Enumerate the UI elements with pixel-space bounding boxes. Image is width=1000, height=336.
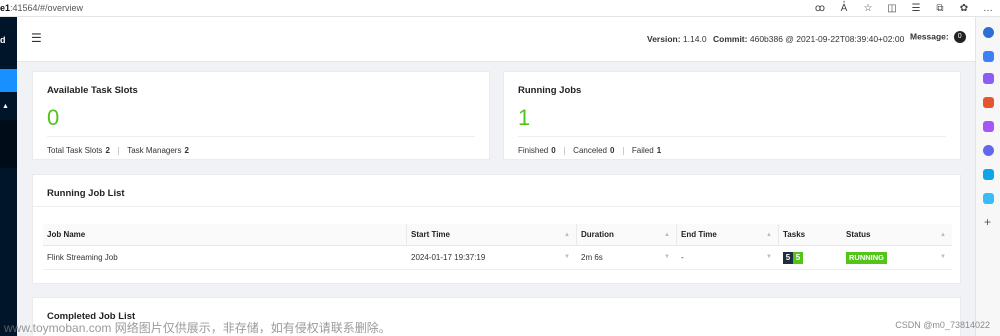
toolbox-icon[interactable] — [983, 97, 994, 108]
notification-icon[interactable] — [983, 27, 994, 38]
version-info: Version: 1.14.0 — [647, 34, 707, 44]
column-header-job-name[interactable]: Job Name — [43, 224, 407, 246]
drop-icon[interactable] — [983, 193, 994, 204]
column-header-tasks: Tasks — [783, 230, 806, 239]
people-icon[interactable] — [983, 121, 994, 132]
task-slots-stats: Total Task Slots 2 Task Managers 2 — [47, 146, 189, 155]
tasks-total-badge: 5 — [783, 251, 793, 264]
job-name-cell[interactable]: Flink Streaming Job — [43, 246, 118, 270]
running-jobs-stats: Finished 0 Canceled 0 Failed 1 — [518, 146, 662, 155]
add-icon[interactable]: + — [984, 215, 991, 229]
status-badge: RUNNING — [846, 251, 887, 264]
column-header-end-time[interactable]: End Time ▲ ▼ — [677, 224, 779, 260]
csdn-watermark: CSDN @m0_73814022 — [895, 320, 990, 330]
running-jobs-title: Running Jobs — [518, 85, 582, 96]
card-divider — [33, 206, 960, 207]
table-row[interactable]: Flink Streaming Job 2024-01-17 19:37:19 … — [43, 246, 952, 270]
sidebar-logo: d — [0, 35, 6, 45]
watermark-text: www.toymoban.com 网络图片仅供展示，非存储，如有侵权请联系删除。 — [4, 321, 391, 335]
chevron-up-icon[interactable]: ▲ — [2, 103, 9, 110]
more-menu-icon[interactable]: … — [976, 3, 1000, 14]
available-task-slots-value: 0 — [47, 105, 60, 130]
card-divider — [518, 136, 946, 137]
table-header: Job Name Start Time ▲ ▼ Duration ▲ ▼ End Tim… — [43, 224, 952, 260]
favorites-icon[interactable]: ☰ — [904, 3, 928, 14]
extensions-icon[interactable]: ✿ — [952, 3, 976, 14]
task-slots-card: Available Task Slots 0 Total Task Slots 2… — [32, 71, 490, 160]
browser-address-bar[interactable]: e1:41564/#/overview ꝏ A̓ ☆ ◫ ☰ ⧉ ✿ … — [0, 0, 1000, 17]
url-text[interactable]: e1:41564/#/overview — [0, 3, 83, 13]
start-time-cell: 2024-01-17 19:37:19 — [411, 253, 486, 262]
browser-sidebar: + — [975, 17, 1000, 336]
menu-fold-icon[interactable]: ☰ — [31, 31, 42, 45]
reader-mode-icon[interactable]: ꝏ — [808, 3, 832, 14]
app-header: ☰ Version: 1.14.0 Commit: 460b386 @ 2021… — [17, 17, 975, 62]
end-time-cell: - — [681, 253, 684, 262]
copilot-icon[interactable] — [983, 145, 994, 156]
tasks-cell: 55 — [779, 246, 803, 270]
running-job-list-title: Running Job List — [47, 188, 125, 199]
column-header-start-time[interactable]: Start Time ▲ ▼ — [407, 224, 577, 260]
shopping-tag-icon[interactable] — [983, 51, 994, 62]
read-aloud-icon[interactable]: A̓ — [832, 3, 856, 14]
card-divider — [47, 136, 475, 137]
split-screen-icon[interactable]: ◫ — [880, 3, 904, 14]
commit-info: Commit: 460b386 @ 2021-09-22T08:39:40+02… — [713, 34, 905, 44]
message-count-badge: 0 — [953, 31, 966, 43]
column-header-status[interactable]: Status ▲ ▼ — [842, 224, 952, 260]
favorite-star-icon[interactable]: ☆ — [856, 3, 880, 14]
duration-cell: 2m 6s — [581, 253, 603, 262]
running-jobs-value: 1 — [518, 105, 531, 130]
task-slots-title: Available Task Slots — [47, 85, 138, 96]
tasks-running-badge: 5 — [793, 251, 803, 264]
browser-toolbar: ꝏ A̓ ☆ ◫ ☰ ⧉ ✿ … — [808, 0, 1000, 17]
sidebar-item-overview[interactable] — [0, 69, 17, 92]
sidebar-submenu[interactable] — [0, 120, 17, 168]
tag-icon[interactable] — [983, 73, 994, 84]
outlook-icon[interactable] — [983, 169, 994, 180]
collections-icon[interactable]: ⧉ — [928, 3, 952, 14]
running-jobs-card: Running Jobs 1 Finished 0 Canceled 0 Faile… — [503, 71, 961, 160]
status-cell: RUNNING — [842, 246, 887, 270]
column-header-duration[interactable]: Duration ▲ ▼ — [577, 224, 677, 260]
running-job-list-card: Running Job List Job Name Start Time ▲ ▼ D… — [32, 174, 961, 284]
app-sidebar: d ▲ — [0, 17, 17, 336]
message-info[interactable]: Message: 0 — [910, 31, 966, 43]
